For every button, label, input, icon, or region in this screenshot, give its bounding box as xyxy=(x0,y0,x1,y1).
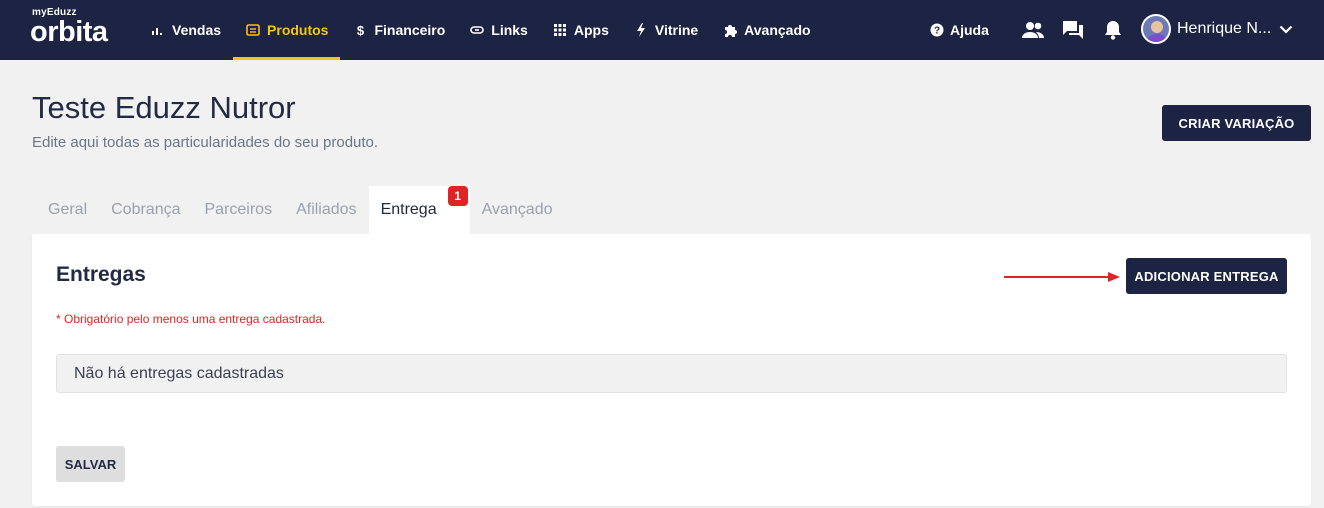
nav-item-label: Vitrine xyxy=(654,22,699,38)
tab-cobranca[interactable]: Cobrança xyxy=(99,186,192,234)
product-tabs: Geral Cobrança Parceiros Afiliados Entre… xyxy=(36,186,564,234)
users-icon[interactable] xyxy=(1021,18,1045,42)
nav-item-apps[interactable]: Apps xyxy=(540,0,621,60)
bell-icon[interactable] xyxy=(1101,18,1125,42)
tab-label: Cobrança xyxy=(111,201,181,218)
tab-geral[interactable]: Geral xyxy=(36,186,99,234)
nav-item-produtos[interactable]: Produtos xyxy=(233,0,341,60)
empty-state: Não há entregas cadastradas xyxy=(56,354,1287,393)
svg-text:?: ? xyxy=(934,26,940,37)
chevron-down-icon xyxy=(1279,25,1293,34)
deliveries-card: Entregas ADICIONAR ENTREGA * Obrigatório… xyxy=(32,234,1311,506)
page-subtitle: Edite aqui todas as particularidades do … xyxy=(32,134,379,151)
brand-big-text: orbita xyxy=(30,16,108,48)
nav-item-label: Vendas xyxy=(172,22,222,38)
card-title: Entregas xyxy=(56,263,146,286)
help-label: Ajuda xyxy=(950,22,989,38)
arrow-right-icon xyxy=(1004,272,1120,282)
bolt-icon xyxy=(633,22,649,38)
top-navbar: myEduzz orbita Vendas Produtos $ Finance… xyxy=(0,0,1324,60)
tab-avancado[interactable]: Avançado xyxy=(470,186,565,234)
nav-item-avancado[interactable]: Avançado xyxy=(710,0,822,60)
chat-icon[interactable] xyxy=(1061,18,1085,42)
nav-item-vendas[interactable]: Vendas xyxy=(138,0,233,60)
tab-label: Parceiros xyxy=(204,201,273,218)
tab-label: Afiliados xyxy=(296,201,357,218)
tab-entrega[interactable]: Entrega 1 xyxy=(368,186,470,234)
add-delivery-button[interactable]: ADICIONAR ENTREGA xyxy=(1126,258,1287,294)
nav-item-label: Avançado xyxy=(744,22,811,38)
product-card-icon xyxy=(245,22,261,38)
puzzle-icon xyxy=(722,22,738,38)
help-circle-icon: ? xyxy=(930,23,944,37)
nav-item-label: Financeiro xyxy=(374,22,446,38)
user-menu[interactable]: Henrique N... xyxy=(1141,13,1293,45)
dollar-icon: $ xyxy=(356,22,365,38)
help-link[interactable]: ? Ajuda xyxy=(930,0,989,60)
bar-chart-icon xyxy=(150,22,166,38)
tab-afiliados[interactable]: Afiliados xyxy=(284,186,368,234)
tab-label: Geral xyxy=(48,201,88,218)
create-variation-button[interactable]: CRIAR VARIAÇÃO xyxy=(1162,105,1311,141)
tab-label: Entrega xyxy=(380,201,437,218)
avatar xyxy=(1141,14,1171,44)
nav-item-label: Links xyxy=(491,22,528,38)
notification-badge: 1 xyxy=(447,186,468,206)
empty-state-text: Não há entregas cadastradas xyxy=(74,364,284,382)
main-nav: Vendas Produtos $ Financeiro Links Apps xyxy=(138,0,823,60)
tab-parceiros[interactable]: Parceiros xyxy=(193,186,285,234)
nav-item-label: Produtos xyxy=(267,22,329,38)
page-title: Teste Eduzz Nutror xyxy=(32,90,296,125)
tab-label: Avançado xyxy=(481,201,553,218)
nav-item-financeiro[interactable]: $ Financeiro xyxy=(340,0,457,60)
brand-logo[interactable]: myEduzz orbita xyxy=(30,7,122,47)
required-note: * Obrigatório pelo menos uma entrega cad… xyxy=(56,312,326,326)
apps-grid-icon xyxy=(552,22,568,38)
link-icon xyxy=(469,22,485,38)
nav-item-label: Apps xyxy=(573,22,609,38)
nav-item-vitrine[interactable]: Vitrine xyxy=(621,0,710,60)
nav-item-links[interactable]: Links xyxy=(457,0,540,60)
save-button[interactable]: SALVAR xyxy=(56,446,125,482)
user-name: Henrique N... xyxy=(1177,20,1272,37)
